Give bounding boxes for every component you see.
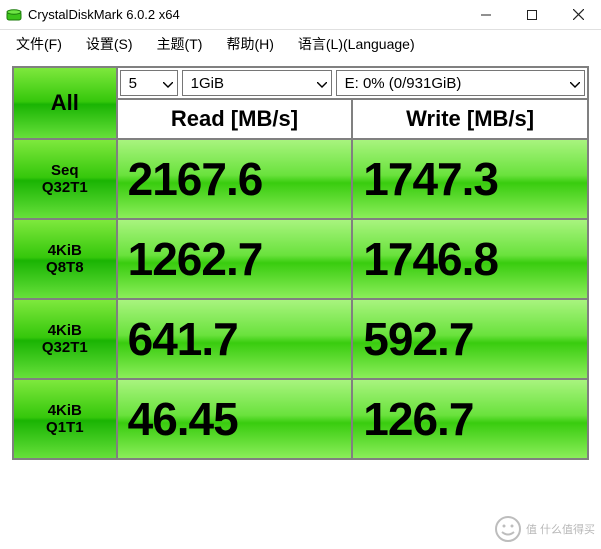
maximize-button[interactable] <box>509 0 555 29</box>
menu-theme[interactable]: 主题(T) <box>147 32 213 56</box>
watermark: 值 什么值得买 <box>494 515 595 543</box>
read-value: 1262.7 <box>117 219 353 299</box>
read-value: 2167.6 <box>117 139 353 219</box>
table-row: 4KiB Q1T1 46.45 126.7 <box>13 379 588 459</box>
window-title: CrystalDiskMark 6.0.2 x64 <box>28 7 463 22</box>
menu-settings[interactable]: 设置(S) <box>76 32 143 56</box>
menu-language[interactable]: 语言(L)(Language) <box>288 32 425 56</box>
close-button[interactable] <box>555 0 601 29</box>
table-row: 4KiB Q32T1 641.7 592.7 <box>13 299 588 379</box>
watermark-text: 值 什么值得买 <box>526 521 595 537</box>
app-icon <box>0 7 28 23</box>
test-button-4kib-q1t1[interactable]: 4KiB Q1T1 <box>13 379 117 459</box>
runs-value: 5 <box>129 75 137 92</box>
write-value: 1747.3 <box>352 139 588 219</box>
table-row: 4KiB Q8T8 1262.7 1746.8 <box>13 219 588 299</box>
runs-select[interactable]: 5 <box>120 70 178 96</box>
test-button-4kib-q8t8[interactable]: 4KiB Q8T8 <box>13 219 117 299</box>
test-button-4kib-q32t1[interactable]: 4KiB Q32T1 <box>13 299 117 379</box>
chevron-down-icon <box>570 75 580 92</box>
menu-bar: 文件(F) 设置(S) 主题(T) 帮助(H) 语言(L)(Language) <box>0 30 601 58</box>
column-header-read: Read [MB/s] <box>117 99 353 139</box>
smiley-icon <box>494 515 522 543</box>
chevron-down-icon <box>317 75 327 92</box>
column-header-write: Write [MB/s] <box>352 99 588 139</box>
write-value: 592.7 <box>352 299 588 379</box>
read-value: 46.45 <box>117 379 353 459</box>
test-button-seq-q32t1[interactable]: Seq Q32T1 <box>13 139 117 219</box>
size-value: 1GiB <box>191 75 224 92</box>
all-button-label: All <box>51 90 79 115</box>
read-value: 641.7 <box>117 299 353 379</box>
menu-help[interactable]: 帮助(H) <box>216 32 283 56</box>
write-value: 1746.8 <box>352 219 588 299</box>
chevron-down-icon <box>163 75 173 92</box>
main-panel: All 5 1GiB E: 0% (0/931GiB) <box>0 58 601 464</box>
title-bar: CrystalDiskMark 6.0.2 x64 <box>0 0 601 30</box>
results-grid: All 5 1GiB E: 0% (0/931GiB) <box>12 66 589 460</box>
all-button[interactable]: All <box>13 67 117 139</box>
drive-value: E: 0% (0/931GiB) <box>345 75 462 92</box>
table-row: Seq Q32T1 2167.6 1747.3 <box>13 139 588 219</box>
drive-select[interactable]: E: 0% (0/931GiB) <box>336 70 585 96</box>
menu-file[interactable]: 文件(F) <box>6 32 72 56</box>
window-controls <box>463 0 601 29</box>
size-select[interactable]: 1GiB <box>182 70 332 96</box>
minimize-button[interactable] <box>463 0 509 29</box>
write-value: 126.7 <box>352 379 588 459</box>
